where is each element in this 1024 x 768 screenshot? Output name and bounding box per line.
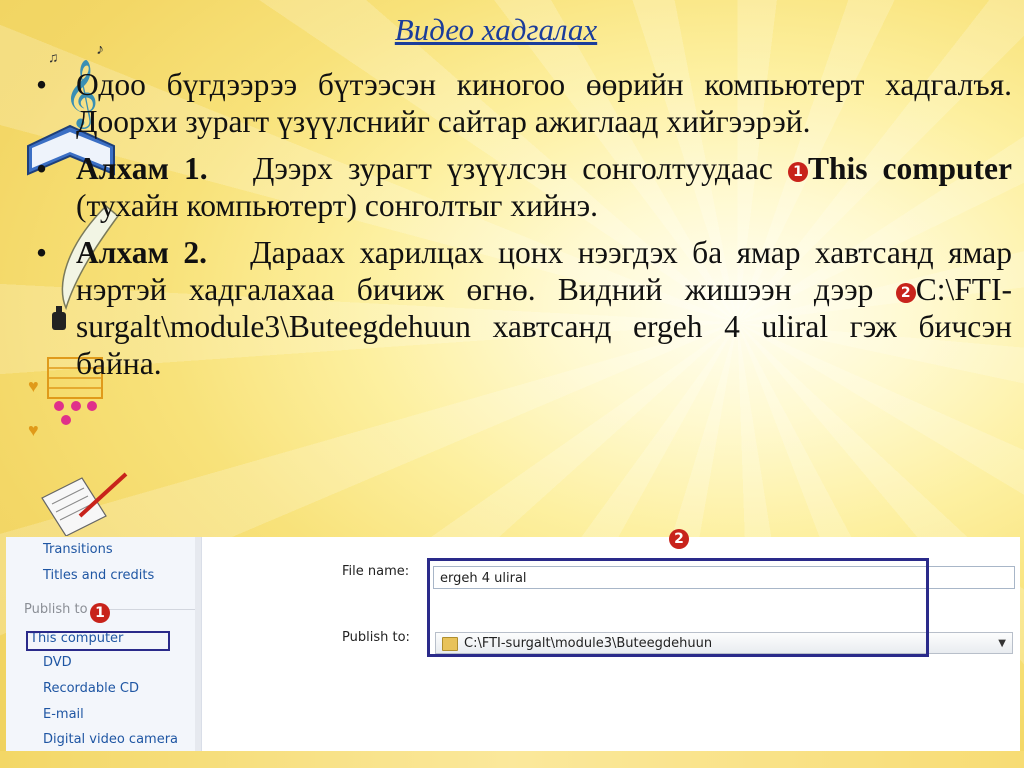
step-2-label: Алхам 2.: [76, 235, 207, 270]
bullet-intro: • Одоо бүгдээрээ бүтээсэн киногоо өөрийн…: [32, 66, 1012, 140]
marker-2-badge: 2: [895, 282, 916, 303]
svg-text:♫: ♫: [48, 51, 59, 66]
publish-to-label: Publish to:: [342, 630, 410, 645]
bullet-step-1: • Алхам 1. Дээрх зурагт үзүүлсэн сонголт…: [32, 150, 1012, 224]
step-2-text-a: Дараах харилцах цонх нээгдэх ба ямар хав…: [76, 235, 1013, 307]
marker-1-badge: 1: [90, 603, 110, 623]
marker-1-badge: 1: [787, 161, 808, 182]
link-titles-and-credits[interactable]: Titles and credits: [43, 568, 154, 583]
instructions: • Одоо бүгдээрээ бүтээсэн киногоо өөрийн…: [32, 66, 1012, 392]
scrollbar[interactable]: [195, 537, 201, 751]
link-transitions[interactable]: Transitions: [43, 542, 113, 557]
step-1-option-name: This computer: [807, 151, 1013, 186]
bullet-step-2: • Алхам 2. Дараах харилцах цонх нээгдэх …: [32, 234, 1012, 382]
step-1-text-a: Дээрх зурагт үзүүлсэн сонголтуудаас: [252, 151, 773, 186]
file-name-label: File name:: [342, 564, 410, 579]
this-computer-highlight-box: [26, 631, 170, 651]
link-dvd[interactable]: DVD: [43, 655, 72, 670]
svg-text:♥: ♥: [28, 420, 39, 440]
music-notes-icon: ♫ ♪: [48, 46, 104, 66]
bullet-intro-text: Одоо бүгдээрээ бүтээсэн киногоо өөрийн к…: [76, 67, 1012, 139]
red-pencil-icon: [78, 472, 128, 518]
step-1-text-b: (тухайн компьютерт) сонголтыг хийнэ.: [76, 188, 599, 223]
publish-to-header: Publish to: [24, 602, 88, 617]
step-1-label: Алхам 1.: [76, 151, 208, 186]
bottom-strip: [0, 751, 1024, 768]
section-divider: [101, 609, 196, 610]
bullet-dot: •: [36, 235, 48, 270]
movie-tasks-pane: Transitions Titles and credits Publish t…: [6, 537, 202, 751]
bullet-dot: •: [36, 151, 48, 186]
link-digital-video-camera[interactable]: Digital video camera: [43, 732, 178, 747]
sheet-paper-icon: [41, 477, 107, 536]
chevron-down-icon[interactable]: ▼: [998, 633, 1006, 655]
link-recordable-cd[interactable]: Recordable CD: [43, 681, 139, 696]
bullet-dot: •: [36, 67, 48, 102]
page-title: Видео хадгалах: [394, 12, 598, 47]
link-email[interactable]: E-mail: [43, 707, 84, 722]
marker-2-badge: 2: [669, 529, 689, 549]
dialog-highlight-box: [427, 558, 929, 657]
